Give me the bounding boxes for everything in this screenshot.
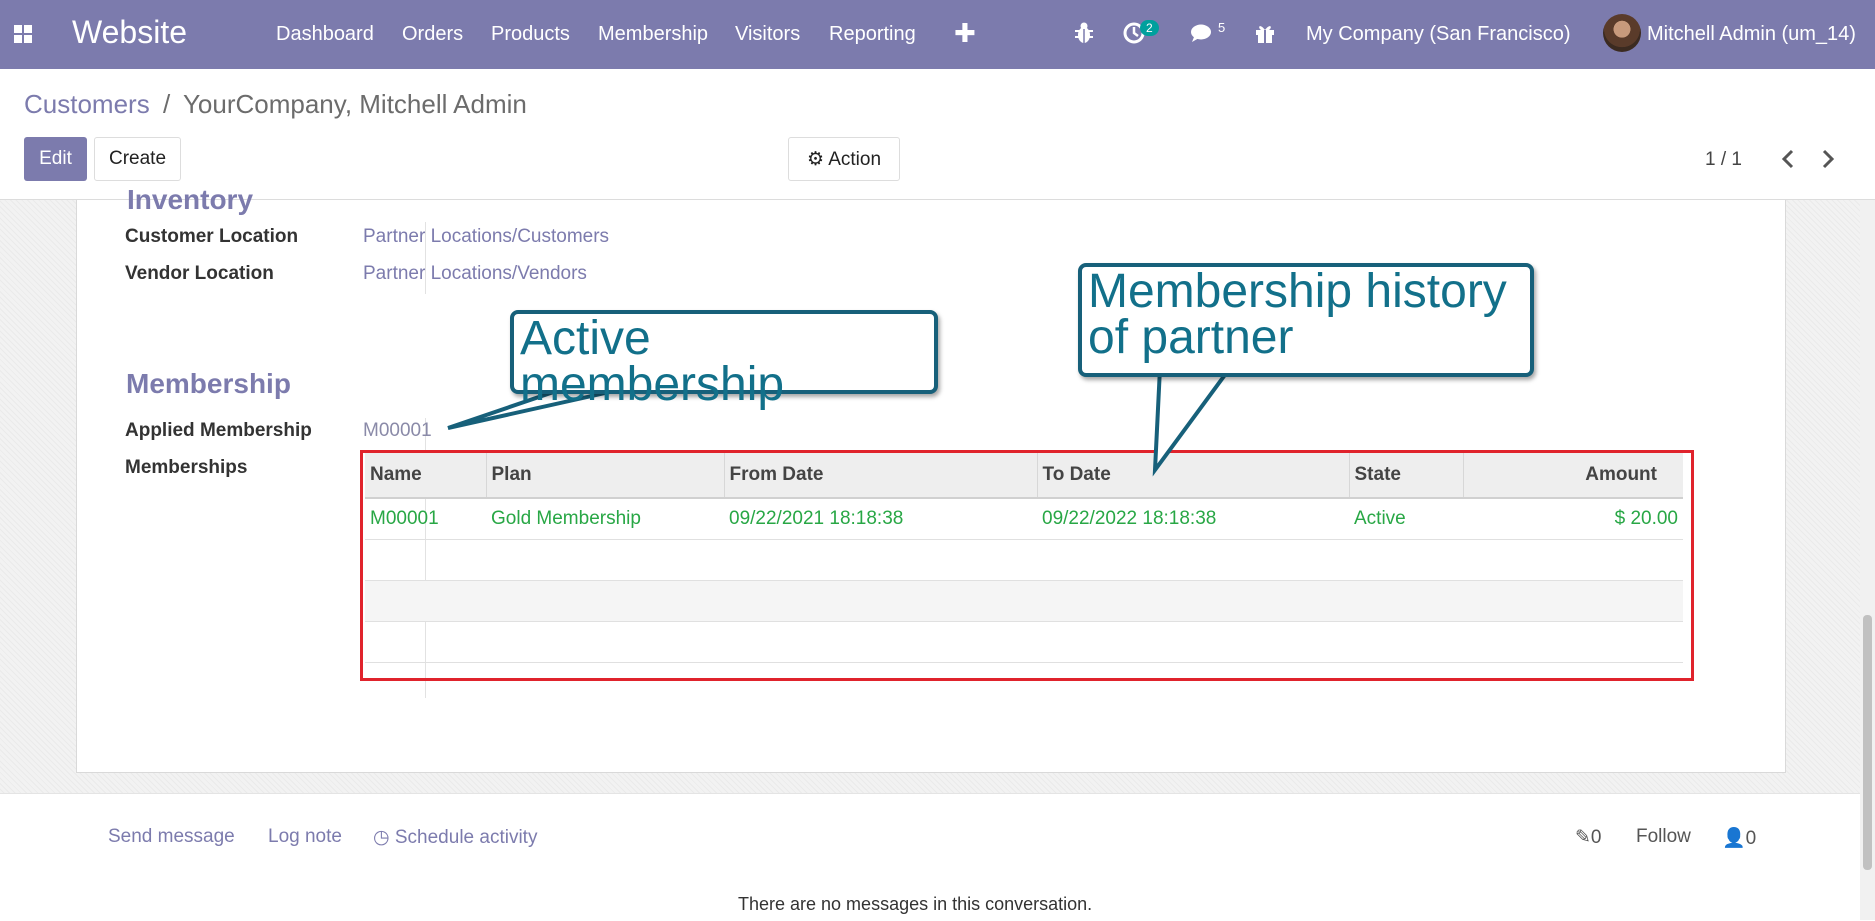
membership-history-callout-line1: Membership history xyxy=(1088,265,1507,318)
membership-history-callout-line2: of partner xyxy=(1088,311,1294,364)
membership-history-callout: Membership history of partner xyxy=(1078,263,1534,377)
callout-pointers xyxy=(447,366,1234,477)
active-membership-callout: Active membership xyxy=(510,310,938,409)
active-membership-callout-text: Active membership xyxy=(520,312,785,411)
